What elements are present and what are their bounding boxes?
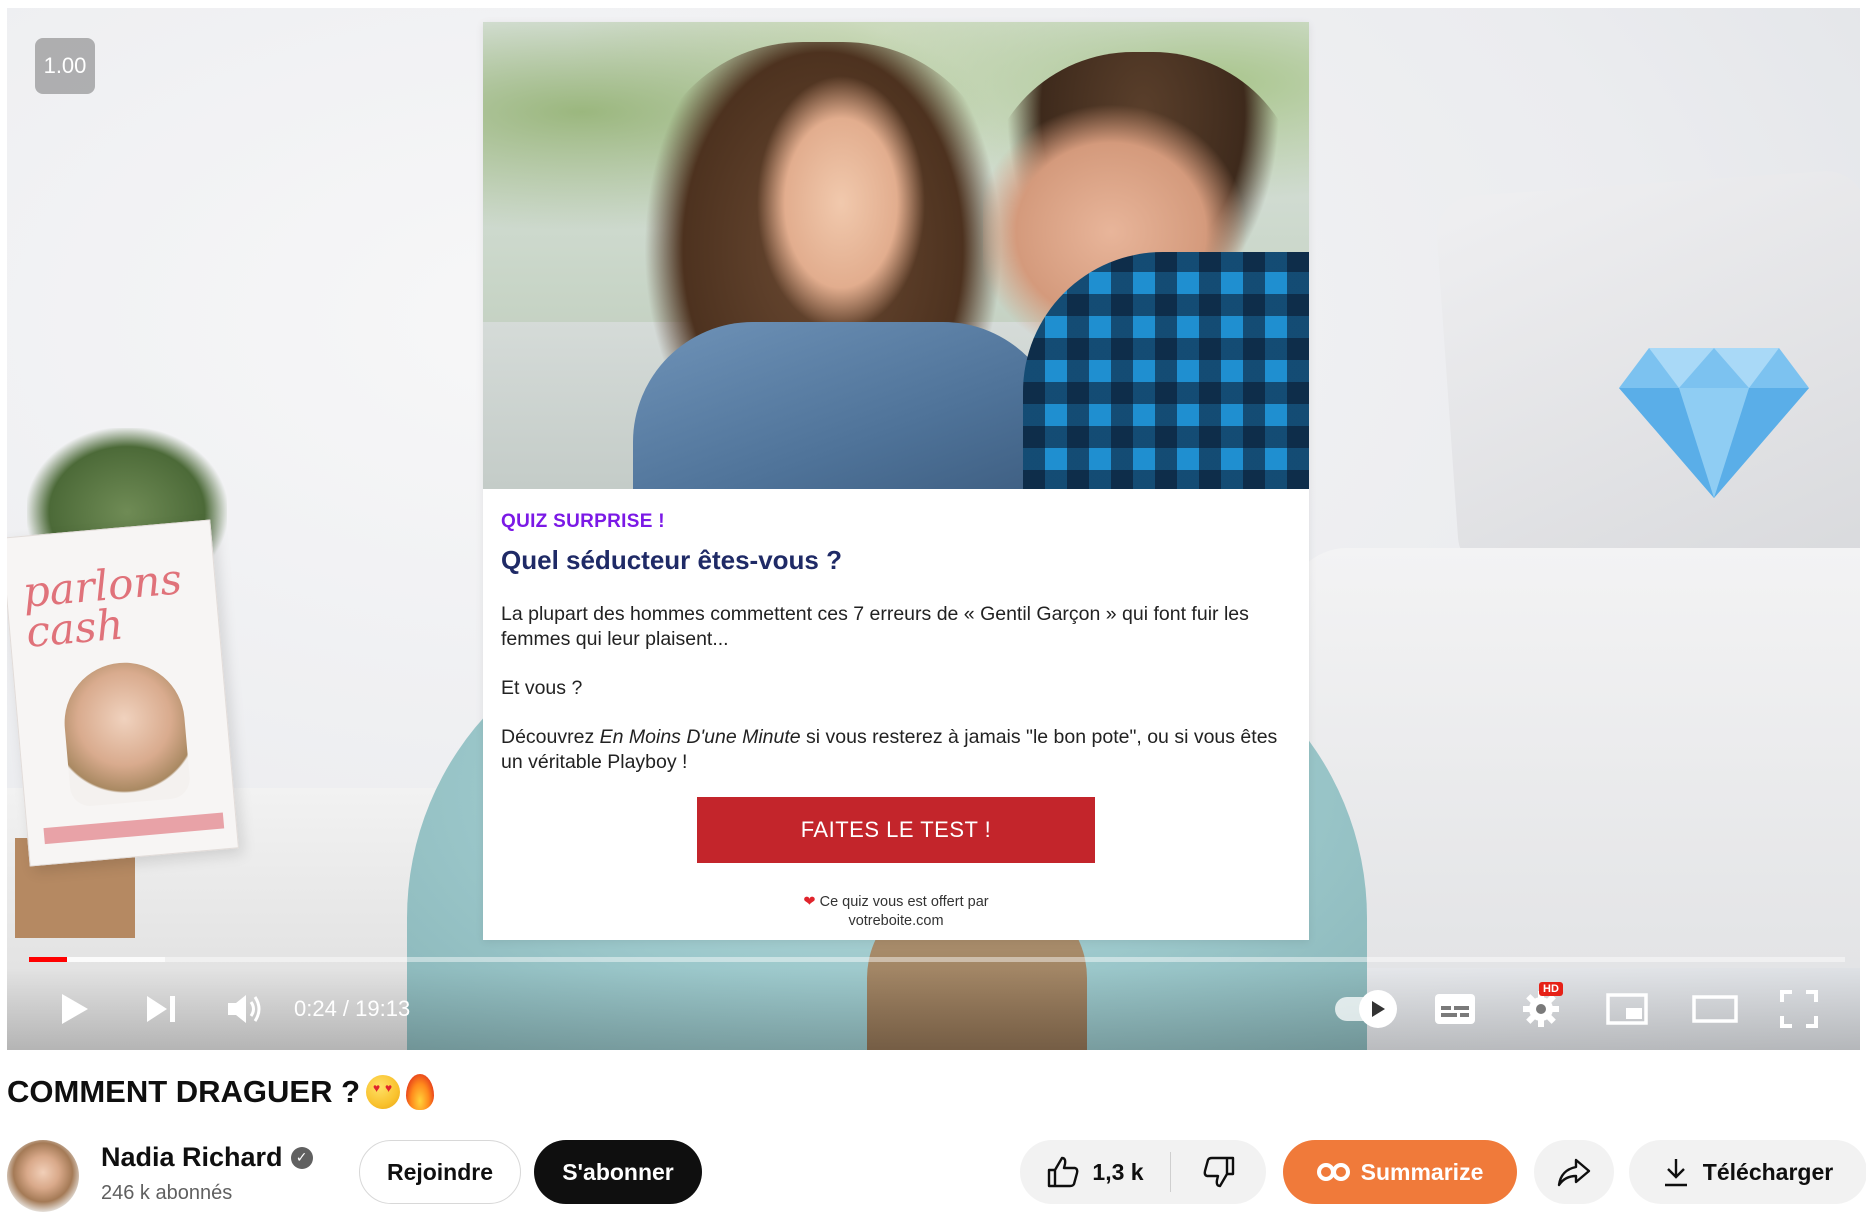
quiz-paragraph-3-start: Découvrez [501, 726, 600, 748]
fire-emoji-icon [406, 1074, 435, 1110]
like-dislike-group: 1,3 k [1020, 1140, 1266, 1204]
quiz-footer-text: Ce quiz vous est offert par [819, 894, 989, 910]
share-icon [1557, 1158, 1591, 1187]
quiz-paragraph-3: Découvrez En Moins D'une Minute si vous … [501, 725, 1291, 775]
video-title: COMMENT DRAGUER ? [7, 1074, 435, 1110]
quiz-photo-denim-jacket [633, 322, 1063, 489]
book-stripe [43, 812, 225, 845]
thumbs-down-icon [1203, 1156, 1234, 1188]
miniplayer-icon [1606, 993, 1648, 1025]
video-frame-book: parlons cash [7, 519, 239, 867]
progress-bar[interactable] [29, 957, 1845, 962]
diamond-pillow-print [1619, 348, 1809, 498]
like-count: 1,3 k [1092, 1158, 1144, 1185]
subtitles-button[interactable] [1417, 968, 1493, 1050]
quiz-paragraph-3-emphasis: En Moins D'une Minute [599, 726, 801, 748]
fullscreen-button[interactable] [1759, 968, 1839, 1050]
quiz-body: QUIZ SURPRISE ! Quel séducteur êtes-vous… [483, 489, 1309, 931]
thumbs-up-icon [1048, 1156, 1079, 1188]
quiz-heading: Quel séducteur êtes-vous ? [501, 545, 842, 575]
subscriber-count: 246 k abonnés [101, 1182, 233, 1204]
heart-eyes-emoji-icon [366, 1075, 401, 1109]
hd-badge: HD [1539, 982, 1563, 996]
video-player[interactable]: parlons cash 1.00 QUIZ SURPRISE ! Quel s… [7, 8, 1860, 1050]
quiz-cta-button[interactable]: FAITES LE TEST ! [697, 797, 1095, 863]
autoplay-toggle[interactable] [1325, 968, 1397, 1050]
time-display: 0:24 / 19:13 [294, 996, 411, 1021]
channel-name-text: Nadia Richard [101, 1142, 283, 1172]
download-label: Télécharger [1702, 1158, 1834, 1185]
video-title-text: COMMENT DRAGUER ? [7, 1074, 361, 1109]
download-button[interactable]: Télécharger [1629, 1140, 1866, 1204]
channel-avatar[interactable] [7, 1140, 79, 1212]
quiz-kicker: QUIZ SURPRISE ! [501, 511, 665, 532]
playback-speed-badge: 1.00 [35, 38, 95, 94]
video-frame-sofa [1287, 548, 1860, 968]
quiz-overlay-card: QUIZ SURPRISE ! Quel séducteur êtes-vous… [483, 22, 1309, 940]
quiz-photo [483, 22, 1309, 489]
channel-name[interactable]: Nadia Richard ✓ [101, 1142, 313, 1173]
subtitles-icon [1435, 994, 1475, 1024]
theater-icon [1692, 995, 1738, 1023]
fullscreen-icon [1780, 990, 1818, 1028]
quiz-footer: ❤ Ce quiz vous est offert par votreboite… [501, 893, 1291, 931]
progress-played [29, 957, 68, 962]
subscribe-button[interactable]: S'abonner [534, 1140, 702, 1204]
summarize-label: Summarize [1360, 1158, 1484, 1185]
autoplay-toggle-icon [1359, 990, 1397, 1028]
owner-actions-row: Nadia Richard ✓ 246 k abonnés Rejoindre … [7, 1140, 1866, 1216]
book-title: parlons cash [20, 554, 184, 657]
book-cover-portrait [59, 657, 192, 808]
quiz-footer-domain: votreboite.com [848, 913, 944, 929]
summarize-button[interactable]: Summarize [1283, 1140, 1517, 1204]
autoplay-track [1335, 990, 1397, 1028]
theater-mode-button[interactable] [1673, 968, 1757, 1050]
settings-button[interactable]: HD [1501, 968, 1581, 1050]
play-icon [62, 994, 88, 1024]
next-icon [147, 996, 175, 1022]
share-button[interactable] [1534, 1140, 1614, 1204]
player-controls: 0:24 / 19:13 HD [7, 968, 1860, 1050]
heart-icon: ❤ [803, 894, 816, 910]
volume-icon [228, 995, 261, 1023]
play-button[interactable] [43, 968, 107, 1050]
like-button[interactable]: 1,3 k [1020, 1140, 1170, 1204]
miniplayer-button[interactable] [1587, 968, 1667, 1050]
summarize-logo-icon [1316, 1163, 1350, 1181]
download-icon [1664, 1159, 1687, 1187]
dislike-button[interactable] [1171, 1140, 1266, 1204]
join-button[interactable]: Rejoindre [359, 1140, 521, 1204]
quiz-paragraph-2: Et vous ? [501, 677, 583, 699]
next-button[interactable] [129, 968, 193, 1050]
volume-button[interactable] [213, 968, 277, 1050]
quiz-footer-line-1: ❤ Ce quiz vous est offert par [501, 893, 1291, 912]
quiz-paragraph-1: La plupart des hommes commettent ces 7 e… [501, 603, 1249, 650]
verified-check-icon: ✓ [290, 1146, 313, 1169]
